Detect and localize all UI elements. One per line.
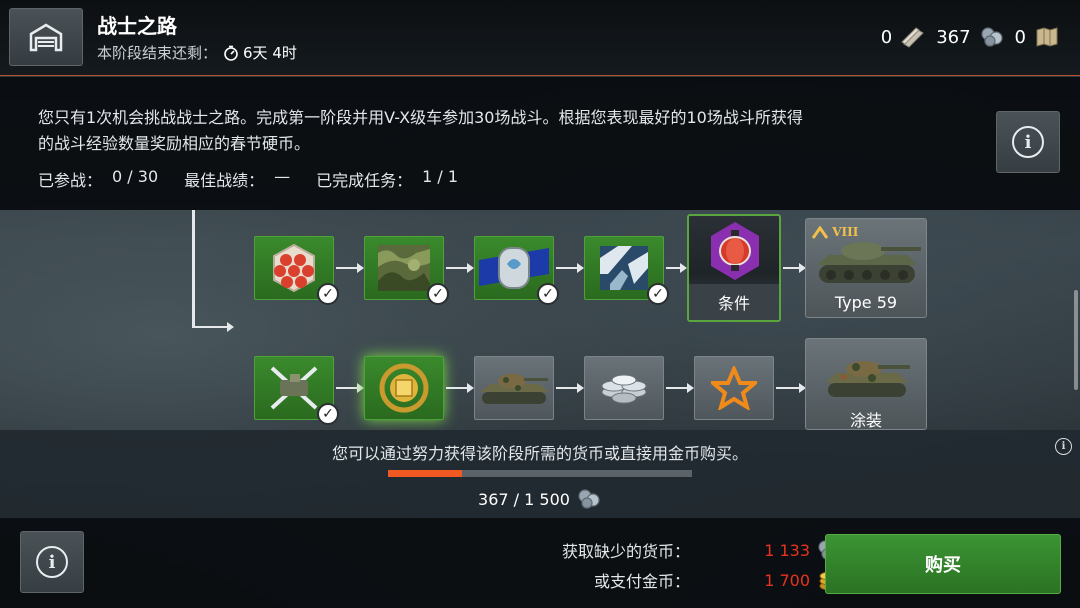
missing-value: 1 133 [764, 540, 810, 560]
description-text: 您只有1次机会挑战战士之路。完成第一阶段并用V-X级车参加30场战斗。根据您表现… [38, 105, 978, 157]
tree-arrow [556, 263, 584, 273]
completed-check-icon: ✓ [537, 283, 559, 305]
info-icon: i [36, 546, 68, 578]
gold-emblem-icon [379, 363, 429, 413]
reward-camo-node[interactable]: 涂装 [805, 338, 927, 430]
progression-tree: ✓ ✓ ✓ ✓ 条件 VIII Type 59 ✓ 涂装 [0, 210, 1080, 430]
condition-node[interactable]: 条件 [687, 214, 781, 322]
progress-count: 367 / 1 500 [0, 488, 1080, 510]
missing-currency-row: 获取缺少的货币： 1 133 [540, 538, 842, 562]
reward-node-active[interactable] [364, 356, 444, 420]
gold-value: 1 700 [764, 570, 810, 590]
progress-info-icon[interactable]: i [1055, 438, 1072, 455]
crossed-tools-icon [270, 366, 318, 410]
battles-label: 已参战： [38, 171, 103, 190]
tree-arrow [776, 383, 806, 393]
info-button[interactable]: i [996, 111, 1060, 173]
completed-check-icon: ✓ [427, 283, 449, 305]
reward-node[interactable]: ✓ [254, 236, 339, 305]
currency-festive: 367 [936, 26, 1004, 48]
top-bar: 战士之路 本阶段结束还剩： 6天 4时 0 367 0 [0, 0, 1080, 76]
condition-label: 条件 [689, 284, 779, 320]
tree-arrow [446, 383, 474, 393]
stage-timer: 本阶段结束还剩： 6天 4时 [97, 42, 297, 63]
progress-bar-fill [388, 470, 463, 477]
timer-label: 本阶段结束还剩： [97, 44, 218, 62]
description-line: 您只有1次机会挑战战士之路。完成第一阶段并用V-X级车参加30场战斗。根据您表现… [38, 108, 803, 127]
completed-check-icon: ✓ [317, 283, 339, 305]
garage-icon [29, 23, 63, 52]
camouflage-icon [378, 245, 430, 291]
hex-armor-icon [273, 243, 315, 293]
silver-coins-icon [601, 374, 647, 404]
completed-check-icon: ✓ [647, 283, 669, 305]
tree-arrow [336, 383, 364, 393]
description-line: 的战斗经验数量奖励相应的春节硬币。 [38, 134, 311, 153]
progress-count-value: 367 / 1 500 [478, 489, 570, 509]
currency-bonds: 0 [881, 26, 926, 48]
tank-camo-icon [480, 374, 548, 404]
tank-name: Type 59 [834, 292, 898, 312]
emblem-icon [600, 246, 648, 290]
progress-stats: 已参战： 0 / 30 最佳战绩： — 已完成任务： 1 / 1 [38, 167, 458, 191]
missing-label: 获取缺少的货币： [561, 542, 690, 561]
currency-display: 0 367 0 [881, 26, 1060, 48]
tasks-value: 1 / 1 [422, 167, 459, 186]
tree-arrow [666, 383, 694, 393]
tree-arrow [556, 383, 584, 393]
gold-label: 或支付金币： [593, 572, 690, 591]
gold-cost-row: 或支付金币： 1 700 [540, 568, 842, 592]
tree-arrow [446, 263, 474, 273]
tasks-label: 已完成任务： [316, 171, 413, 190]
tank-camo-icon [826, 361, 910, 397]
timer-value: 6天 4时 [243, 44, 297, 62]
reward-node[interactable]: ✓ [584, 236, 669, 305]
buy-button[interactable]: 购买 [825, 534, 1061, 594]
lantern-icon [711, 222, 759, 280]
battles-value: 0 / 30 [112, 167, 159, 186]
page-title: 战士之路 [97, 14, 177, 38]
map-scroll-icon [1036, 27, 1058, 47]
reward-node[interactable] [694, 356, 774, 420]
best-value: — [274, 167, 291, 186]
description-panel: 您只有1次机会挑战战士之路。完成第一阶段并用V-X级车参加30场战斗。根据您表现… [0, 77, 1080, 210]
bottom-bar: i 获取缺少的货币： 1 133 或支付金币： 1 700 购买 [0, 518, 1080, 608]
currency-value: 367 [936, 26, 971, 48]
reward-node[interactable]: ✓ [364, 236, 449, 305]
progress-panel: 您可以通过努力获得该阶段所需的货币或直接用金币购买。 i 367 / 1 500 [0, 430, 1080, 518]
reward-node[interactable] [584, 356, 664, 420]
tank-icon [817, 242, 921, 283]
reward-node[interactable]: ✓ [474, 236, 559, 305]
currency-value: 0 [880, 26, 893, 48]
camo-label: 涂装 [849, 411, 882, 430]
progress-hint: 您可以通过努力获得该阶段所需的货币或直接用金币购买。 [331, 444, 748, 463]
progress-bar [388, 470, 692, 477]
tree-connector [192, 210, 195, 328]
tree-arrow [336, 263, 364, 273]
reward-tank-node[interactable]: VIII Type 59 [805, 218, 927, 318]
tree-arrow [783, 263, 806, 273]
reward-node[interactable] [474, 356, 554, 420]
tree-arrow [666, 263, 687, 273]
garage-button[interactable] [9, 8, 83, 66]
tree-scrollbar[interactable] [1074, 290, 1078, 390]
completed-check-icon: ✓ [317, 403, 339, 425]
reward-node[interactable]: ✓ [254, 356, 339, 425]
best-label: 最佳战绩： [184, 171, 265, 190]
bond-scroll-icon [901, 27, 924, 48]
info-button[interactable]: i [20, 531, 84, 593]
tree-arrow [192, 322, 234, 332]
info-icon: i [1012, 126, 1044, 158]
star-icon [711, 366, 757, 410]
currency-value: 0 [1014, 26, 1026, 48]
festive-coin-icon [578, 489, 600, 509]
festive-coin-icon [980, 27, 1003, 47]
stopwatch-icon [224, 45, 238, 61]
currency-maps: 0 [1015, 26, 1060, 48]
